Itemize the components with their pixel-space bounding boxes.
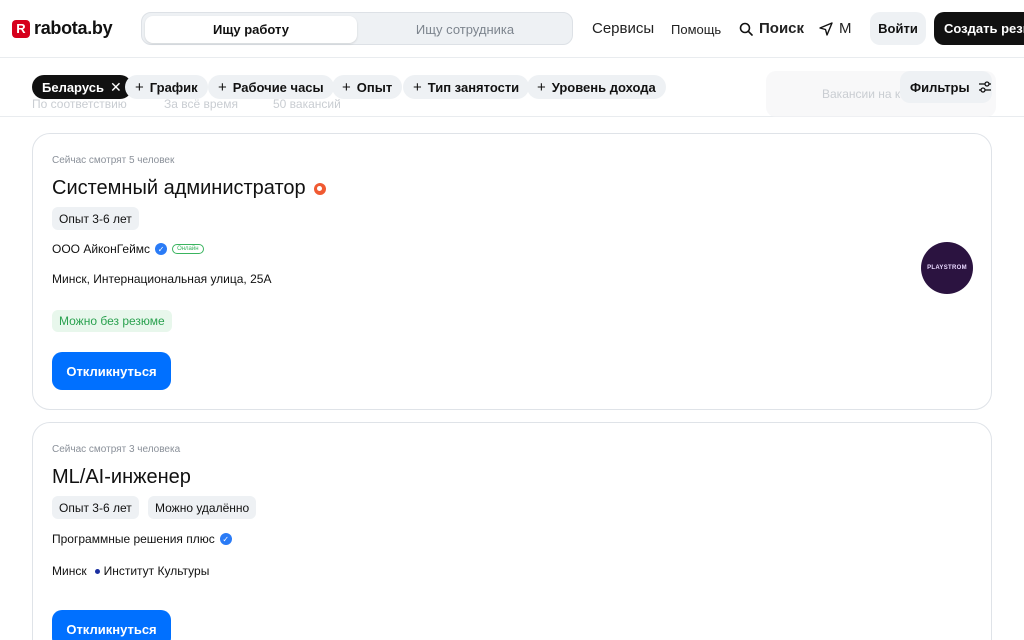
experience-tag: Опыт 3-6 лет <box>52 496 139 519</box>
no-resume-badge: Можно без резюме <box>52 310 172 332</box>
company-row[interactable]: ООО АйконГеймс ✓ Онлайн <box>52 242 204 256</box>
plus-icon: + <box>135 78 144 96</box>
filter-chip-income[interactable]: + Уровень дохода <box>527 75 666 99</box>
location-arrow-icon <box>819 21 833 36</box>
location-link[interactable]: М <box>819 20 852 37</box>
services-link[interactable]: Сервисы <box>592 20 654 37</box>
plus-icon: + <box>218 78 227 96</box>
metro-icon <box>94 568 100 574</box>
logo-mark-icon: R <box>12 19 30 38</box>
company-row[interactable]: Программные решения плюс ✓ <box>52 532 232 546</box>
location-label: М <box>839 20 852 37</box>
vacancy-title-text: ML/AI-инженер <box>52 466 191 488</box>
filter-chip-employment-type[interactable]: + Тип занятости <box>403 75 530 99</box>
hot-vacancy-icon <box>313 182 326 195</box>
filter-chip-country[interactable]: Беларусь ✕ <box>32 75 132 99</box>
apply-button[interactable]: Откликнуться <box>52 352 171 390</box>
search-icon <box>739 22 753 36</box>
search-label: Поиск <box>759 20 805 37</box>
company-name: ООО АйконГеймс <box>52 242 151 256</box>
top-header: R rabota.by Ищу работу Ищу сотрудника Се… <box>0 0 1024 58</box>
company-logo[interactable]: PLAYSTROM <box>921 242 973 294</box>
filters-label: Фильтры <box>910 79 970 95</box>
site-logo[interactable]: R rabota.by <box>12 18 113 39</box>
filters-button[interactable]: Фильтры <box>900 71 992 103</box>
vacancy-card[interactable]: Сейчас смотрят 5 человек Системный админ… <box>32 133 992 410</box>
watching-count: Сейчас смотрят 5 человек <box>52 155 175 166</box>
verified-icon: ✓ <box>219 533 232 545</box>
plus-icon: + <box>413 78 422 96</box>
filter-chip-label: Тип занятости <box>427 79 520 95</box>
role-job-seeker-button[interactable]: Ищу работу <box>145 16 357 43</box>
vacancy-title[interactable]: Системный администратор <box>52 177 326 200</box>
ghost-period-text: За всё время <box>164 97 238 111</box>
ghost-sort-text: По соответствию <box>32 97 127 111</box>
experience-tag: Опыт 3-6 лет <box>52 207 139 230</box>
role-employer-button[interactable]: Ищу сотрудника <box>359 16 571 43</box>
vacancy-title-text: Системный администратор <box>52 177 306 199</box>
plus-icon: + <box>342 78 351 96</box>
filter-chip-schedule[interactable]: + График <box>125 75 208 99</box>
filter-chip-label: Опыт <box>356 79 393 95</box>
ghost-count-text: 50 вакансий <box>273 97 341 111</box>
create-resume-button[interactable]: Создать резюме <box>934 12 1024 45</box>
logo-text: rabota.by <box>34 18 113 38</box>
vacancy-location: Минск Институт Культуры <box>52 564 209 578</box>
plus-icon: + <box>537 78 546 96</box>
vacancy-card[interactable]: Сейчас смотрят 3 человека ML/AI-инженер … <box>32 422 992 640</box>
vacancy-address: Минск, Интернациональная улица, 25А <box>52 272 272 286</box>
filter-chip-label: График <box>149 79 198 95</box>
remote-tag: Можно удалённо <box>148 496 257 519</box>
company-name: Программные решения плюс <box>52 532 215 546</box>
filter-chip-label: Рабочие часы <box>232 79 324 95</box>
filter-chip-label: Беларусь <box>42 79 104 95</box>
metro-station: Институт Культуры <box>103 564 210 578</box>
online-badge: Онлайн <box>172 244 204 254</box>
login-button[interactable]: Войти <box>870 12 926 45</box>
verified-icon: ✓ <box>155 243 168 255</box>
close-icon[interactable]: ✕ <box>110 79 122 96</box>
vacancy-title[interactable]: ML/AI-инженер <box>52 466 191 489</box>
filter-bar: По соответствию За всё время 50 вакансий… <box>0 59 1024 117</box>
apply-button[interactable]: Откликнуться <box>52 610 171 640</box>
watching-count: Сейчас смотрят 3 человека <box>52 444 181 455</box>
filter-chip-experience[interactable]: + Опыт <box>332 75 403 99</box>
filter-chip-hours[interactable]: + Рабочие часы <box>208 75 334 99</box>
sliders-icon <box>978 81 991 93</box>
help-link[interactable]: Помощь <box>671 22 721 37</box>
search-link[interactable]: Поиск <box>739 20 804 37</box>
role-switch: Ищу работу Ищу сотрудника <box>141 12 573 45</box>
filter-chip-label: Уровень дохода <box>551 79 656 95</box>
city-name: Минск <box>52 564 87 578</box>
